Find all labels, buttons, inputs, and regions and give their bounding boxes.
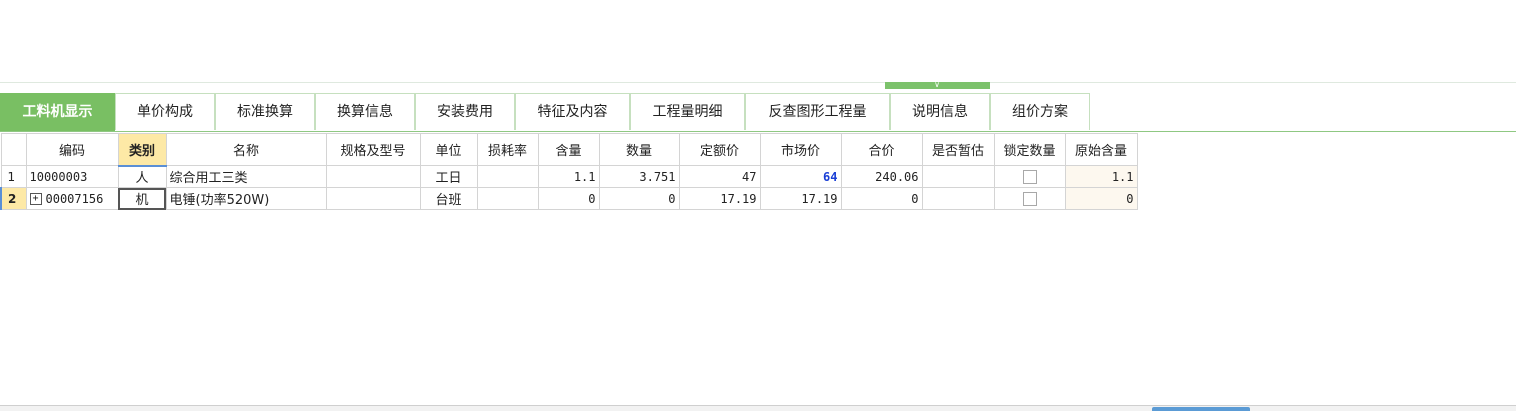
row-number[interactable]: 2: [0, 187, 27, 210]
tab-conversion-info[interactable]: 换算信息: [315, 93, 415, 130]
bottom-panel: [0, 406, 1516, 411]
table-row[interactable]: 1 10000003 人 综合用工三类 工日 1.1 3.751 47 64 2…: [0, 165, 1138, 188]
tab-features[interactable]: 特征及内容: [515, 93, 630, 130]
panel-splitter[interactable]: ∨: [885, 81, 990, 89]
tab-pricing-scheme[interactable]: 组价方案: [990, 93, 1090, 130]
bottom-tab-indicator[interactable]: [1152, 407, 1250, 411]
cell-provisional[interactable]: [921, 165, 995, 188]
tab-unit-price[interactable]: 单价构成: [115, 93, 215, 130]
cell-orig-content: 1.1: [1064, 165, 1138, 188]
cell-code-text: 00007156: [45, 191, 104, 206]
header-name[interactable]: 名称: [165, 133, 327, 166]
expand-icon[interactable]: +: [29, 193, 42, 205]
cell-quantity[interactable]: 0: [598, 187, 680, 210]
header-content[interactable]: 含量: [537, 133, 600, 166]
cell-name[interactable]: 电锤(功率520W): [165, 187, 327, 210]
tab-quantity-details[interactable]: 工程量明细: [630, 93, 745, 130]
header-category[interactable]: 类别: [117, 133, 167, 167]
tab-standard-conversion[interactable]: 标准换算: [215, 93, 315, 130]
cell-content[interactable]: 0: [537, 187, 600, 210]
header-rownum: [0, 133, 27, 166]
header-quantity[interactable]: 数量: [598, 133, 680, 166]
table-row[interactable]: 2 +00007156 机 电锤(功率520W) 台班 0 0 17.19 17…: [0, 187, 1138, 210]
header-loss-rate[interactable]: 损耗率: [476, 133, 539, 166]
cell-quantity[interactable]: 3.751: [598, 165, 680, 188]
header-quota-price[interactable]: 定额价: [678, 133, 761, 166]
blank-area: [0, 0, 1516, 82]
cell-name[interactable]: 综合用工三类: [165, 165, 327, 188]
cell-code[interactable]: 10000003: [25, 165, 119, 188]
cell-spec[interactable]: [325, 165, 421, 188]
cell-orig-content: 0: [1064, 187, 1138, 210]
tab-material-display[interactable]: 工料机显示: [0, 93, 115, 131]
tab-bar-underline: [0, 131, 1516, 132]
header-provisional[interactable]: 是否暂估: [921, 133, 995, 166]
cell-category[interactable]: 人: [117, 165, 167, 188]
tab-bar: 工料机显示 单价构成 标准换算 换算信息 安装费用 特征及内容 工程量明细 反查…: [0, 93, 1516, 131]
cell-market-price[interactable]: 64: [759, 165, 842, 188]
cell-loss-rate[interactable]: [476, 187, 539, 210]
tab-install-fees[interactable]: 安装费用: [415, 93, 515, 130]
header-orig-content[interactable]: 原始含量: [1064, 133, 1138, 166]
top-divider: [0, 82, 1516, 83]
header-market-price[interactable]: 市场价: [759, 133, 842, 166]
lock-qty-checkbox[interactable]: [1022, 191, 1037, 206]
header-spec[interactable]: 规格及型号: [325, 133, 421, 166]
cell-unit[interactable]: 台班: [419, 187, 478, 210]
resource-grid: 编码 类别 名称 规格及型号 单位 损耗率 含量 数量 定额价 市场价 合价 是…: [0, 133, 1138, 210]
tab-graphic-quantity[interactable]: 反查图形工程量: [745, 93, 890, 130]
cell-total: 240.06: [840, 165, 923, 188]
cell-content[interactable]: 1.1: [537, 165, 600, 188]
lock-qty-checkbox[interactable]: [1022, 169, 1037, 184]
cell-code[interactable]: +00007156: [25, 187, 119, 210]
cell-quota-price[interactable]: 47: [678, 165, 761, 188]
header-unit[interactable]: 单位: [419, 133, 478, 166]
grid-header: 编码 类别 名称 规格及型号 单位 损耗率 含量 数量 定额价 市场价 合价 是…: [0, 133, 1138, 167]
cell-loss-rate[interactable]: [476, 165, 539, 188]
cell-quota-price[interactable]: 17.19: [678, 187, 761, 210]
header-lock-qty[interactable]: 锁定数量: [993, 133, 1066, 166]
header-total[interactable]: 合价: [840, 133, 923, 166]
cell-category[interactable]: 机: [117, 187, 167, 210]
cell-lock-qty[interactable]: [993, 187, 1066, 210]
header-code[interactable]: 编码: [25, 133, 119, 166]
chevron-down-icon[interactable]: ∨: [932, 81, 942, 89]
cell-total: 0: [840, 187, 923, 210]
cell-provisional[interactable]: [921, 187, 995, 210]
cell-lock-qty[interactable]: [993, 165, 1066, 188]
cell-unit[interactable]: 工日: [419, 165, 478, 188]
row-number[interactable]: 1: [0, 165, 27, 188]
tab-description[interactable]: 说明信息: [890, 93, 990, 130]
cell-market-price[interactable]: 17.19: [759, 187, 842, 210]
cell-spec[interactable]: [325, 187, 421, 210]
